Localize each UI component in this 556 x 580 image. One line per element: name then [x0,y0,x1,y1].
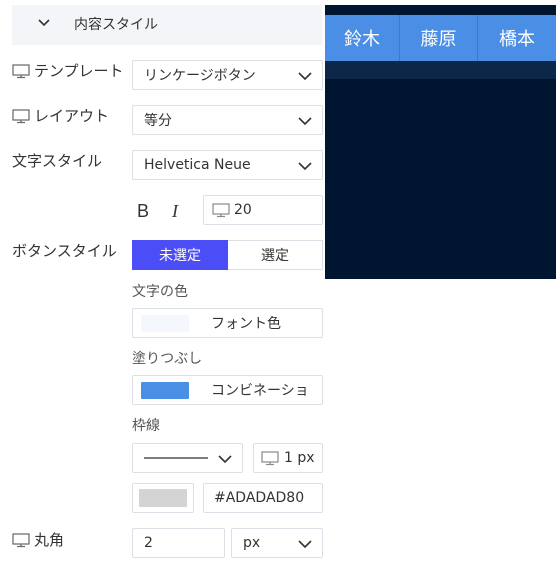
border-color-value: #ADADAD80 [214,490,305,506]
section-title: 内容スタイル [74,17,158,33]
selected-state-tab[interactable]: 選定 [228,240,323,270]
border-style-select[interactable] [132,443,243,473]
preview-tab-bar: 鈴木 藤原 橋本 [325,15,556,61]
preview-tab[interactable]: 橋本 [478,15,556,61]
font-family-value: Helvetica Neue [144,157,251,173]
layout-label-row: レイアウト [12,106,109,126]
chevron-down-icon [218,455,232,464]
layout-value: 等分 [144,113,172,129]
chevron-down-icon [298,540,312,549]
border-color-swatch [139,489,187,507]
font-size-input[interactable]: 20 [203,195,323,225]
border-label: 枠線 [132,418,160,434]
border-color-picker[interactable] [132,483,194,513]
layout-label: レイアウト [34,107,110,125]
chevron-down-icon [298,162,312,171]
preview-tab-underbar [325,61,556,79]
button-state-toggle: 未選定 選定 [132,240,323,270]
text-color-label: 文字の色 [132,284,188,300]
unselected-state-tab[interactable]: 未選定 [132,240,228,270]
border-width-input[interactable]: 1 px [253,443,323,473]
monitor-icon [12,64,30,79]
fill-label: 塗りつぶし [132,351,203,367]
template-label: テンプレート [34,62,124,80]
template-value: リンケージボタン [144,68,256,84]
solid-line-icon [144,457,208,459]
fill-color-swatch [141,382,189,399]
radius-unit-value: px [243,535,261,551]
preview-panel: 鈴木 藤原 橋本 [325,5,556,279]
fill-color-picker[interactable]: コンビネーショ [132,375,323,405]
preview-tab[interactable]: 鈴木 [325,15,400,61]
template-label-row: テンプレート [12,61,124,81]
text-color-picker[interactable]: フォント色 [132,308,323,338]
radius-unit-select[interactable]: px [231,528,323,558]
bold-button[interactable]: B [137,200,149,222]
font-size-value: 20 [234,202,252,218]
text-color-swatch [141,315,189,332]
chevron-down-icon [38,19,50,27]
monitor-icon [212,203,230,218]
monitor-icon [261,451,279,466]
radius-label-row: 丸角 [12,530,64,550]
monitor-icon [12,533,30,548]
border-color-input[interactable]: #ADADAD80 [203,483,323,513]
font-family-select[interactable]: Helvetica Neue [132,150,323,180]
text-style-label: 文字スタイル [12,152,103,170]
chevron-down-icon [298,117,312,126]
radius-label: 丸角 [34,531,65,549]
radius-value: 2 [144,535,153,551]
button-style-label: ボタンスタイル [12,242,117,260]
italic-button[interactable]: I [172,200,178,222]
preview-tab[interactable]: 藤原 [400,15,478,61]
layout-select[interactable]: 等分 [132,105,323,135]
chevron-down-icon [298,72,312,81]
template-select[interactable]: リンケージボタン [132,60,323,90]
border-width-value: 1 px [284,450,315,466]
section-header[interactable]: 内容スタイル [12,5,322,45]
text-color-name: フォント色 [211,316,281,332]
fill-color-name: コンビネーショ [211,383,309,399]
monitor-icon [12,109,30,124]
radius-input[interactable]: 2 [132,528,225,558]
